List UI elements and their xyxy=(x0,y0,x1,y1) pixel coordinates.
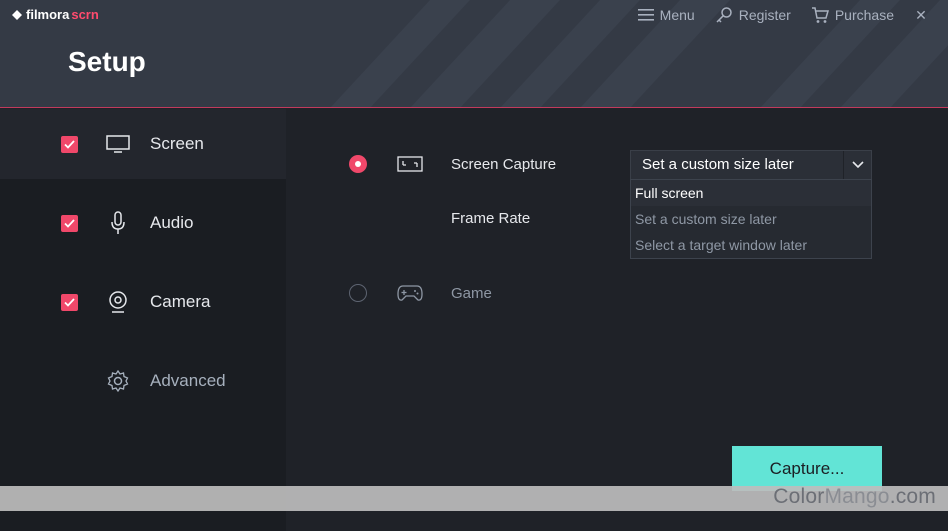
cart-icon xyxy=(811,7,829,23)
gamepad-icon xyxy=(396,282,424,304)
logo-accent-text: scrn xyxy=(71,7,99,22)
sidebar-item-label: Advanced xyxy=(150,371,226,390)
page-title: Setup xyxy=(68,46,146,77)
key-icon xyxy=(716,7,732,23)
camera-checkbox[interactable] xyxy=(61,293,78,311)
checkmark-icon xyxy=(64,218,75,228)
dropdown-option-target-window[interactable]: Select a target window later xyxy=(631,232,871,258)
capture-size-select[interactable]: Set a custom size later xyxy=(630,150,872,180)
sidebar-item-audio[interactable]: Audio xyxy=(0,188,286,258)
watermark-part2: Mango xyxy=(824,485,890,508)
menu-label: Menu xyxy=(659,7,695,23)
game-label: Game xyxy=(451,285,492,302)
dropdown-option-full-screen[interactable]: Full screen xyxy=(631,180,871,206)
logo-text: filmora xyxy=(26,7,70,22)
gear-icon xyxy=(106,369,130,393)
select-toggle-button[interactable] xyxy=(843,151,871,179)
sidebar-item-screen[interactable]: Screen xyxy=(0,109,286,179)
close-button[interactable]: ✕ xyxy=(914,7,928,24)
watermark-part1: Color xyxy=(773,485,825,508)
frame-rate-label: Frame Rate xyxy=(451,210,531,227)
sidebar-item-label: Screen xyxy=(150,134,204,153)
hamburger-icon xyxy=(637,9,654,21)
register-label: Register xyxy=(738,7,791,23)
game-radio[interactable] xyxy=(349,284,367,302)
chevron-down-icon xyxy=(851,161,864,169)
screen-capture-radio[interactable] xyxy=(349,155,367,173)
checkmark-icon xyxy=(64,297,75,307)
sidebar-item-label: Audio xyxy=(150,213,194,232)
screen-checkbox[interactable] xyxy=(61,135,78,153)
audio-checkbox[interactable] xyxy=(61,214,78,232)
checkmark-icon xyxy=(64,139,75,149)
purchase-button[interactable]: Purchase xyxy=(811,5,894,25)
sidebar-item-label: Camera xyxy=(150,292,211,311)
top-nav: Menu Register Purchase ✕ xyxy=(637,5,928,25)
logo-mark-icon xyxy=(12,9,22,20)
microphone-icon xyxy=(106,211,130,235)
dropdown-option-custom-size[interactable]: Set a custom size later xyxy=(631,206,871,232)
close-icon: ✕ xyxy=(915,6,927,23)
fullscreen-frame-icon xyxy=(396,153,424,175)
watermark: ColorMango.com xyxy=(773,485,936,509)
monitor-icon xyxy=(106,132,130,156)
sidebar-item-advanced[interactable]: Advanced xyxy=(0,346,286,416)
register-button[interactable]: Register xyxy=(715,5,791,25)
menu-button[interactable]: Menu xyxy=(637,5,695,25)
purchase-label: Purchase xyxy=(834,7,894,23)
sidebar: Screen Audio Camera Advanced xyxy=(0,109,286,531)
capture-size-dropdown: Full screen Set a custom size later Sele… xyxy=(630,179,872,259)
webcam-icon xyxy=(106,290,130,314)
app-window: filmora scrn Setup Menu Register Purchas… xyxy=(0,0,948,531)
app-logo: filmora scrn xyxy=(12,7,99,22)
capture-size-value: Set a custom size later xyxy=(642,156,794,173)
screen-capture-label: Screen Capture xyxy=(451,156,557,173)
watermark-part3: .com xyxy=(889,485,936,508)
sidebar-item-camera[interactable]: Camera xyxy=(0,267,286,337)
header: filmora scrn Setup Menu Register Purchas… xyxy=(0,0,948,108)
